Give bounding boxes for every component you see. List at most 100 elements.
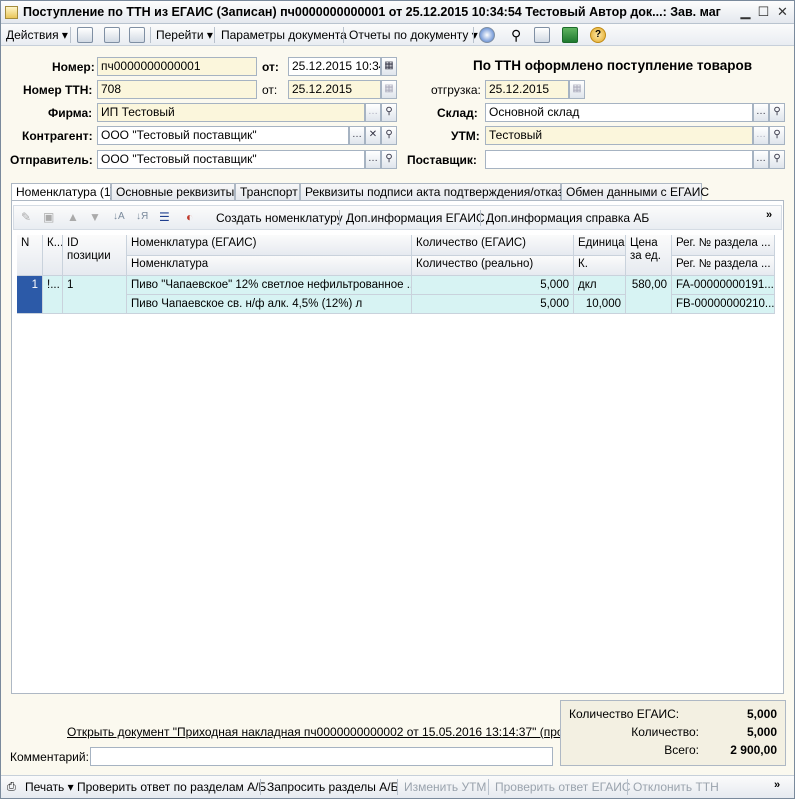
create-nomenclature-button[interactable]: Создать номенклатуру — [216, 210, 343, 226]
tab-signature-details[interactable]: Реквизиты подписи акта подтверждения/отк… — [300, 183, 570, 201]
cell-n[interactable]: 1 — [17, 276, 43, 314]
sender-field[interactable]: ООО "Тестовый поставщик" — [97, 150, 365, 169]
col-header-n[interactable]: N — [17, 235, 43, 276]
more-chevron-icon[interactable]: » — [774, 777, 780, 793]
cell-nom-egais[interactable]: Пиво "Чапаевское" 12% светлое нефильтров… — [127, 276, 412, 295]
cell-qty-real[interactable]: 5,000 — [412, 295, 574, 314]
structure-icon[interactable] — [534, 27, 550, 43]
select-button[interactable]: … — [365, 150, 381, 169]
search-icon[interactable]: ⚲ — [381, 150, 397, 169]
ttn-date-field[interactable]: 25.12.2015 — [288, 80, 381, 99]
number-field[interactable]: пч0000000000001 — [97, 57, 257, 76]
more-chevron-icon[interactable]: » — [766, 207, 772, 223]
counterparty-label: Контрагент: — [22, 129, 93, 143]
col-header-nom-egais[interactable]: Номенклатура (ЕГАИС) — [127, 235, 412, 256]
title-bar: Поступление по ТТН из ЕГАИС (Записан) пч… — [1, 1, 794, 24]
tab-transport[interactable]: Транспорт — [235, 183, 300, 201]
sender-label: Отправитель: — [10, 153, 93, 167]
select-button[interactable]: … — [753, 103, 769, 122]
actions-menu[interactable]: Действия ▾ — [6, 27, 68, 43]
col-header-reg-b[interactable]: Рег. № раздела ... — [672, 256, 775, 276]
cell-qty-egais[interactable]: 5,000 — [412, 276, 574, 295]
sort-desc-icon[interactable]: ↓Я — [136, 209, 148, 225]
search-icon[interactable]: ⚲ — [381, 103, 397, 122]
cell-coef[interactable]: 10,000 — [574, 295, 626, 314]
search-icon[interactable]: ⚲ — [769, 126, 785, 145]
close-icon[interactable]: ✕ — [774, 4, 791, 20]
copy-icon[interactable] — [129, 27, 145, 43]
comment-field[interactable] — [90, 747, 553, 766]
col-header-qty-egais[interactable]: Количество (ЕГАИС) — [412, 235, 574, 256]
move-up-icon[interactable]: ▲ — [67, 209, 79, 225]
reject-ttn-button[interactable]: Отклонить ТТН — [633, 779, 719, 795]
col-header-id[interactable]: ID позиции — [63, 235, 127, 276]
select-button[interactable]: … — [365, 103, 381, 122]
window-title: Поступление по ТТН из ЕГАИС (Записан) пч… — [23, 5, 723, 19]
ttn-number-field[interactable]: 708 — [97, 80, 257, 99]
col-header-price[interactable]: Цена за ед. — [626, 235, 672, 276]
move-down-icon[interactable]: ▼ — [89, 209, 101, 225]
col-header-nom[interactable]: Номенклатура — [127, 256, 412, 276]
counterparty-field[interactable]: ООО "Тестовый поставщик" — [97, 126, 349, 145]
attach-icon[interactable]: ⚲ — [511, 27, 521, 43]
cell-nom[interactable]: Пиво Чапаевское св. н/ф алк. 4,5% (12%) … — [127, 295, 412, 314]
help-icon[interactable]: ? — [590, 27, 606, 43]
create-nomenclature-icon[interactable]: ◐ — [186, 209, 193, 225]
select-button[interactable]: … — [349, 126, 365, 145]
write-icon[interactable] — [77, 27, 93, 43]
minimize-icon[interactable]: ▁ — [737, 4, 754, 20]
cell-unit[interactable]: дкл — [574, 276, 626, 295]
maximize-icon[interactable]: ☐ — [755, 4, 772, 20]
col-header-reg-a[interactable]: Рег. № раздела ... — [672, 235, 775, 256]
tab-egais-exchange[interactable]: Обмен данными с ЕГАИС — [561, 183, 709, 201]
col-header-unit[interactable]: Единица — [574, 235, 626, 256]
select-button[interactable]: … — [753, 150, 769, 169]
bottom-command-bar: ⎙ Печать ▾ Проверить ответ по разделам А… — [1, 775, 794, 798]
cell-id[interactable]: 1 — [63, 276, 127, 314]
calendar-icon[interactable]: ▦ — [381, 80, 397, 99]
shipment-date-field[interactable]: 25.12.2015 — [485, 80, 569, 99]
supplier-field[interactable] — [485, 150, 753, 169]
col-header-qty-real[interactable]: Количество (реально) — [412, 256, 574, 276]
warehouse-field[interactable]: Основной склад — [485, 103, 753, 122]
goto-menu[interactable]: Перейти ▾ — [156, 27, 213, 43]
cell-k[interactable]: !... — [43, 276, 63, 314]
utm-field[interactable]: Тестовый — [485, 126, 753, 145]
calendar-icon[interactable]: ▦ — [381, 57, 397, 76]
firm-field[interactable]: ИП Тестовый — [97, 103, 365, 122]
clear-icon[interactable]: ✕ — [365, 126, 381, 145]
col-header-coef[interactable]: К. — [574, 256, 626, 276]
cell-price[interactable]: 580,00 — [626, 276, 672, 314]
open-document-link[interactable]: Открыть документ "Приходная накладная пч… — [67, 725, 601, 739]
print-menu[interactable]: Печать ▾ — [25, 779, 74, 795]
select-button[interactable]: … — [753, 126, 769, 145]
search-icon[interactable]: ⚲ — [769, 103, 785, 122]
reports-menu[interactable]: Отчеты по документу ▾ — [349, 27, 478, 43]
search-icon[interactable]: ⚲ — [381, 126, 397, 145]
cell-reg-a[interactable]: FA-00000000191... — [672, 276, 775, 295]
excel-icon[interactable] — [562, 27, 578, 43]
col-header-id-line1: ID — [67, 237, 79, 249]
cell-reg-b[interactable]: FB-00000000210... — [672, 295, 775, 314]
tab-main-details[interactable]: Основные реквизиты — [111, 183, 235, 201]
date-field[interactable]: 25.12.2015 10:34:54 — [288, 57, 381, 76]
list-icon[interactable]: ☰ — [159, 209, 170, 225]
calendar-icon[interactable]: ▦ — [569, 80, 585, 99]
change-utm-button[interactable]: Изменить УТМ — [404, 779, 486, 795]
check-ab-button[interactable]: Проверить ответ по разделам А/Б — [77, 779, 266, 795]
sort-asc-icon[interactable]: ↓A — [113, 209, 125, 225]
col-header-k[interactable]: К... — [43, 235, 63, 276]
save-icon[interactable]: ▣ — [43, 209, 54, 225]
search-icon[interactable]: ⚲ — [769, 150, 785, 169]
number-label: Номер: — [52, 60, 95, 74]
egais-info-button[interactable]: Доп.информация ЕГАИС — [346, 210, 485, 226]
doc-params-button[interactable]: Параметры документа — [221, 27, 347, 43]
col-header-price-line2: за ед. — [630, 250, 661, 262]
ab-info-button[interactable]: Доп.информация справка АБ — [486, 210, 649, 226]
edit-icon[interactable]: ✎ — [21, 209, 31, 225]
request-ab-button[interactable]: Запросить разделы А/Б — [267, 779, 398, 795]
check-egais-button[interactable]: Проверить ответ ЕГАИС — [495, 779, 631, 795]
qty-label: Количество: — [631, 725, 699, 739]
mail-icon[interactable] — [479, 27, 495, 43]
refresh-icon[interactable] — [104, 27, 120, 43]
